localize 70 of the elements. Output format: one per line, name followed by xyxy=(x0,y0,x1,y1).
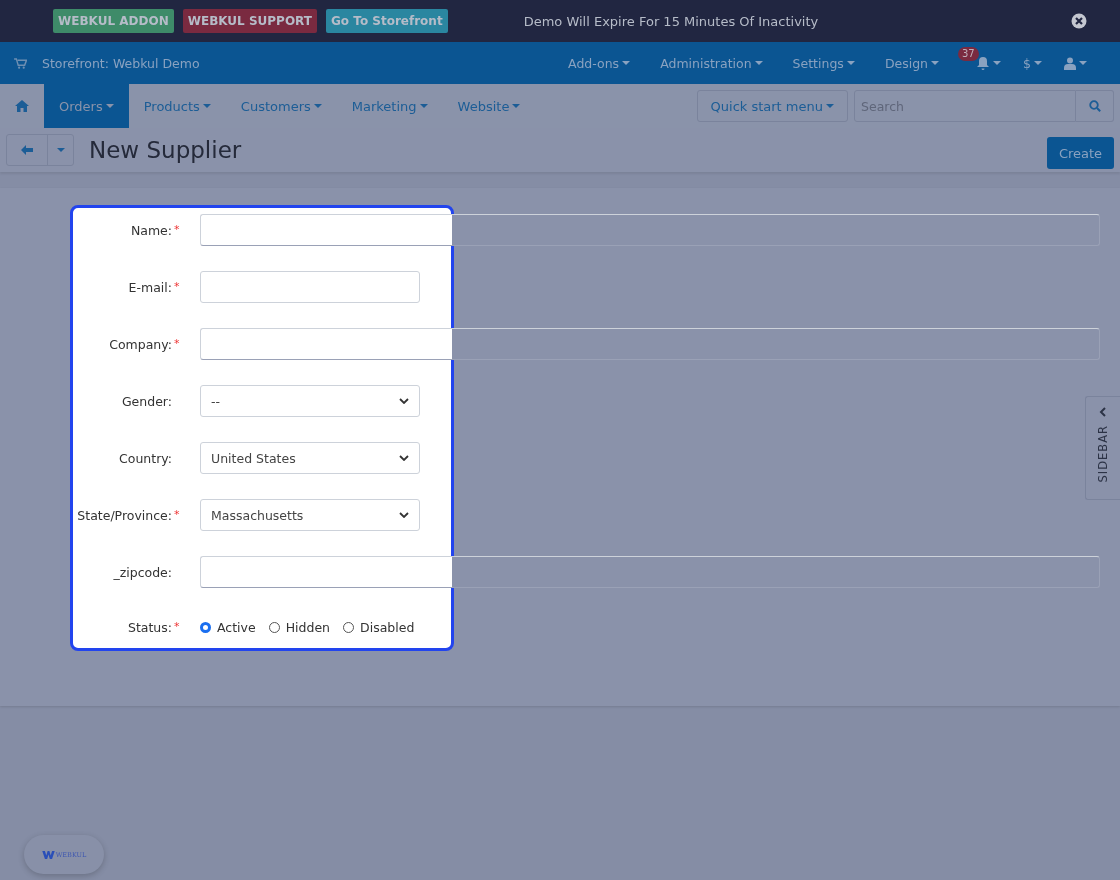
top-bar-button[interactable]: WEBKUL SUPPORT xyxy=(182,9,317,33)
field-label: _zipcode: xyxy=(113,564,172,580)
field-label: Status: xyxy=(127,619,172,635)
caret-icon xyxy=(826,104,834,108)
cart-icon[interactable] xyxy=(14,57,27,69)
required-asterisk: * xyxy=(174,336,181,350)
required-asterisk: * xyxy=(174,279,181,293)
field-label: Gender: xyxy=(121,393,172,409)
caret-icon xyxy=(622,61,631,65)
sidebar-toggle[interactable]: SIDEBAR xyxy=(1085,396,1120,500)
caret-icon xyxy=(105,104,114,108)
text-input[interactable] xyxy=(200,556,1100,588)
expiry-notice: Demo Will Expire For 15 Minutes Of Inactivity xyxy=(523,13,820,29)
header-menu[interactable]: Add-ons xyxy=(557,42,642,84)
caret-icon xyxy=(419,104,428,108)
text-input[interactable] xyxy=(200,328,1100,360)
caret-icon xyxy=(754,61,763,65)
status-radio[interactable]: Active xyxy=(200,619,256,635)
caret-icon xyxy=(931,61,940,65)
header-menu[interactable]: Design xyxy=(873,42,951,84)
nav-tab[interactable]: Customers xyxy=(225,84,337,128)
select-field[interactable]: United States xyxy=(200,442,420,474)
caret-icon xyxy=(56,148,65,152)
quick-start-menu[interactable]: Quick start menu xyxy=(696,90,848,122)
caret-icon xyxy=(313,104,322,108)
caret-icon xyxy=(202,104,211,108)
search-button[interactable] xyxy=(1076,90,1114,122)
caret-icon xyxy=(1079,61,1087,65)
status-radio[interactable]: Disabled xyxy=(343,619,415,635)
status-radio[interactable]: Hidden xyxy=(268,619,331,635)
top-bar-button[interactable]: Go To Storefront xyxy=(326,9,448,33)
top-bar-button[interactable]: WEBKUL ADDON xyxy=(53,9,174,33)
caret-icon xyxy=(1034,61,1042,65)
close-icon[interactable] xyxy=(1071,13,1087,29)
arrow-left-icon xyxy=(21,145,33,155)
chevron-down-icon xyxy=(399,512,409,518)
home-icon xyxy=(15,100,29,112)
nav-tab[interactable]: Orders xyxy=(44,84,129,128)
required-asterisk: * xyxy=(174,507,181,521)
required-asterisk: * xyxy=(174,222,181,236)
select-field[interactable]: Massachusetts xyxy=(200,499,420,531)
chevron-left-icon xyxy=(1099,407,1107,417)
search-icon xyxy=(1088,100,1101,112)
create-button[interactable]: Create xyxy=(1047,137,1114,169)
user-icon xyxy=(1064,56,1076,70)
page-title: New Supplier xyxy=(89,137,242,163)
field-label: State/Province: xyxy=(77,507,172,523)
text-input[interactable] xyxy=(200,271,420,303)
chevron-down-icon xyxy=(399,455,409,461)
nav-tab[interactable]: Products xyxy=(128,84,226,128)
nav-tab[interactable]: Website xyxy=(442,84,536,128)
field-label: E-mail: xyxy=(128,279,172,295)
bell-icon xyxy=(976,56,991,70)
chevron-down-icon xyxy=(399,398,409,404)
storefront-link[interactable]: Storefront: Webkul Demo xyxy=(42,55,200,71)
text-input[interactable] xyxy=(200,214,1100,246)
currency-menu[interactable]: $ xyxy=(1012,42,1053,84)
caret-icon xyxy=(846,61,855,65)
field-label: Name: xyxy=(130,222,172,238)
field-label: Company: xyxy=(109,336,172,352)
nav-tab[interactable]: Marketing xyxy=(336,84,443,128)
caret-icon xyxy=(993,61,1002,65)
required-asterisk: * xyxy=(174,619,181,633)
logo-icon xyxy=(41,850,55,859)
caret-icon xyxy=(512,104,521,108)
select-field[interactable]: -- xyxy=(200,385,420,417)
notification-count: 37 xyxy=(958,47,979,61)
field-label: Country: xyxy=(119,450,172,466)
header-menu[interactable]: Administration xyxy=(649,42,774,84)
header-menu[interactable]: Settings xyxy=(781,42,866,84)
